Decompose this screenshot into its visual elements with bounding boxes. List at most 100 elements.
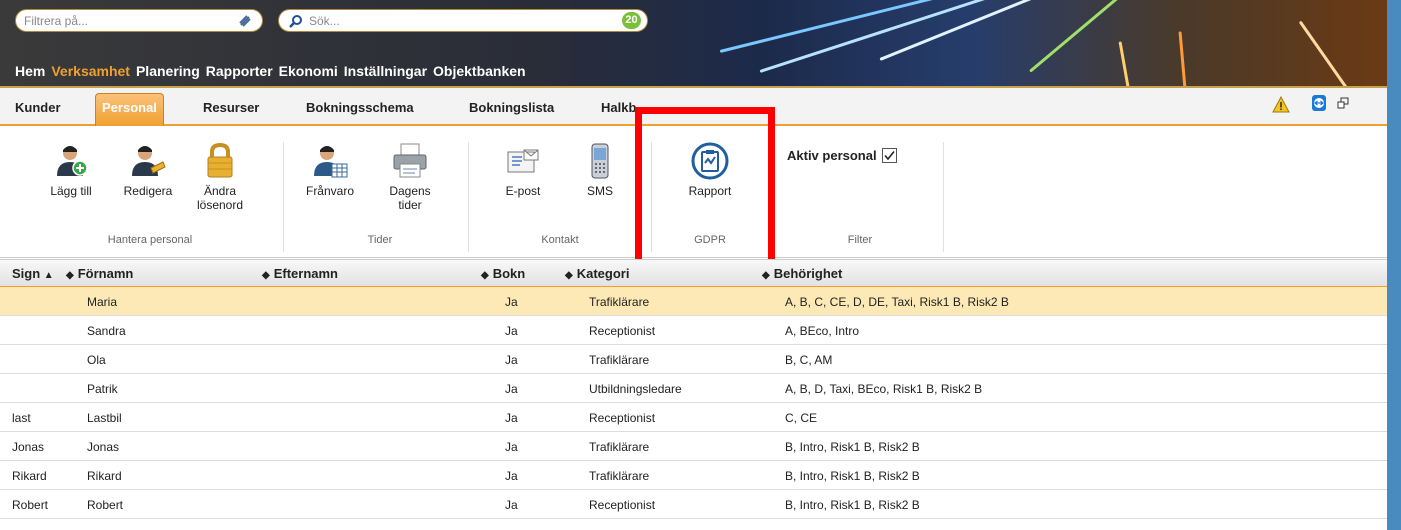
cell-first: Robert bbox=[87, 498, 124, 512]
cell-category: Trafiklärare bbox=[589, 353, 650, 367]
cell-rights: C, CE bbox=[785, 411, 818, 425]
cell-category: Receptionist bbox=[589, 498, 656, 512]
main-nav: Hem Verksamhet Planering Rapporter Ekono… bbox=[15, 63, 526, 79]
cell-bookable: Ja bbox=[505, 324, 518, 338]
table-row[interactable]: last Lastbil Ja Receptionist C, CE bbox=[0, 403, 1387, 432]
cell-bookable: Ja bbox=[505, 353, 518, 367]
filter-placeholder: Filtrera på... bbox=[24, 13, 89, 28]
sort-icon: ◆ bbox=[481, 270, 489, 281]
cell-category: Trafiklärare bbox=[589, 295, 650, 309]
checkmark-icon bbox=[883, 151, 895, 161]
header-decoration bbox=[1298, 20, 1365, 88]
padlock-icon bbox=[207, 142, 233, 178]
col-header-first-name[interactable]: ◆ Förnamn bbox=[66, 266, 133, 281]
change-password-label-1: Ändra bbox=[203, 184, 237, 198]
tab-kunder[interactable]: Kunder bbox=[15, 100, 61, 115]
email-icon bbox=[507, 149, 539, 173]
sms-button[interactable]: SMS bbox=[578, 142, 622, 198]
table-header: Sign ▲︎ ◆ Förnamn ◆ Efternamn ◆ Bokn ◆ Kateg… bbox=[0, 259, 1387, 287]
warning-icon[interactable] bbox=[1272, 96, 1290, 113]
tab-personal[interactable]: Personal bbox=[95, 93, 164, 126]
nav-item-rapporter[interactable]: Rapporter bbox=[206, 63, 273, 79]
cell-first: Ola bbox=[87, 353, 106, 367]
col-header-rights[interactable]: ◆ Behörighet bbox=[762, 266, 842, 281]
filter-input[interactable]: Filtrera på... bbox=[15, 9, 263, 32]
sort-icon: ◆ bbox=[762, 270, 770, 281]
group-label-tider: Tider bbox=[367, 234, 393, 246]
col-header-bookable[interactable]: ◆ Bokn bbox=[481, 266, 525, 281]
nav-item-hem[interactable]: Hem bbox=[15, 63, 45, 79]
cell-bookable: Ja bbox=[505, 411, 518, 425]
cell-bookable: Ja bbox=[505, 469, 518, 483]
table-row[interactable]: Robert Robert Ja Receptionist B, Intro, Risk… bbox=[0, 490, 1387, 519]
col-header-last-name[interactable]: ◆ Efternamn bbox=[262, 266, 338, 281]
cell-first: Sandra bbox=[87, 324, 126, 338]
nav-item-installningar[interactable]: Inställningar bbox=[344, 63, 427, 79]
table-row[interactable]: Maria Ja Trafiklärare A, B, C, CE, D, DE, T… bbox=[0, 287, 1387, 316]
change-password-button[interactable]: Ändra lösenord bbox=[193, 142, 247, 212]
active-staff-label: Aktiv personal bbox=[787, 148, 877, 163]
edit-person-button[interactable]: Redigera bbox=[117, 142, 179, 198]
group-label-filter: Filter bbox=[847, 234, 873, 246]
search-icon bbox=[289, 14, 302, 28]
tab-resurser[interactable]: Resurser bbox=[203, 100, 259, 115]
group-label-hantera-personal: Hantera personal bbox=[107, 234, 193, 246]
result-count-badge: 20 bbox=[622, 12, 641, 29]
email-button[interactable]: E-post bbox=[496, 142, 550, 198]
absence-button[interactable]: Frånvaro bbox=[300, 142, 360, 198]
cell-first: Maria bbox=[87, 295, 118, 309]
nav-item-verksamhet[interactable]: Verksamhet bbox=[51, 63, 130, 79]
col-header-category[interactable]: ◆ Kategori bbox=[565, 266, 629, 281]
table-row[interactable]: Sandra Ja Receptionist A, BEco, Intro bbox=[0, 316, 1387, 345]
printer-icon bbox=[393, 143, 427, 178]
cell-category: Trafiklärare bbox=[589, 469, 650, 483]
cell-bookable: Ja bbox=[505, 440, 518, 454]
cell-rights: A, BEco, Intro bbox=[785, 324, 860, 338]
todays-times-label-1: Dagens bbox=[389, 184, 431, 198]
active-staff-filter[interactable]: Aktiv personal bbox=[787, 148, 897, 163]
cell-category: Receptionist bbox=[589, 411, 656, 425]
nav-item-ekonomi[interactable]: Ekonomi bbox=[279, 63, 338, 79]
header-decoration bbox=[879, 0, 1066, 61]
col-header-sign[interactable]: Sign ▲︎ bbox=[12, 266, 58, 281]
table-row[interactable]: Jonas Jonas Ja Trafiklärare B, Intro, Risk1 … bbox=[0, 432, 1387, 461]
nav-item-planering[interactable]: Planering bbox=[136, 63, 200, 79]
todays-times-button[interactable]: Dagens tider bbox=[382, 142, 438, 212]
edit-person-icon bbox=[132, 146, 166, 176]
mobile-phone-icon bbox=[591, 143, 609, 179]
popout-window-icon[interactable] bbox=[1337, 97, 1349, 109]
header-decoration bbox=[719, 0, 1041, 53]
nav-item-objektbanken[interactable]: Objektbanken bbox=[433, 63, 526, 79]
cell-first: Jonas bbox=[87, 440, 120, 454]
active-staff-checkbox[interactable] bbox=[881, 148, 897, 163]
cell-rights: A, B, D, Taxi, BEco, Risk1 B, Risk2 B bbox=[785, 382, 983, 396]
app-header: Filtrera på... Sök... 20 Hem Verksamhet … bbox=[0, 0, 1387, 88]
table-row[interactable]: Rikard Rikard Ja Trafiklärare B, Intro, Risk… bbox=[0, 461, 1387, 490]
window-edge bbox=[1387, 0, 1401, 530]
group-separator bbox=[943, 142, 944, 252]
cell-first: Lastbil bbox=[87, 411, 122, 425]
tab-bokningsschema[interactable]: Bokningsschema bbox=[306, 100, 414, 115]
tab-halkbana[interactable]: Halkb bbox=[601, 100, 636, 115]
cell-category: Trafiklärare bbox=[589, 440, 650, 454]
personnel-table: Maria Ja Trafiklärare A, B, C, CE, D, DE, T… bbox=[0, 287, 1387, 519]
table-row[interactable]: Ola Ja Trafiklärare B, C, AM bbox=[0, 345, 1387, 374]
change-password-label-2: lösenord bbox=[196, 198, 244, 212]
search-input[interactable]: Sök... 20 bbox=[278, 9, 648, 32]
add-person-icon bbox=[57, 146, 88, 176]
add-person-label: Lägg till bbox=[50, 184, 92, 198]
edit-person-label: Redigera bbox=[123, 184, 173, 198]
sort-icon: ◆ bbox=[565, 270, 573, 281]
add-person-button[interactable]: Lägg till bbox=[42, 142, 100, 198]
group-label-kontakt: Kontakt bbox=[541, 234, 579, 246]
cell-category: Receptionist bbox=[589, 324, 656, 338]
table-row[interactable]: Patrik Ja Utbildningsledare A, B, D, Taxi, … bbox=[0, 374, 1387, 403]
teamviewer-icon[interactable] bbox=[1311, 94, 1327, 112]
filter-options-icon[interactable] bbox=[238, 14, 252, 28]
cell-bookable: Ja bbox=[505, 382, 518, 396]
header-decoration bbox=[1118, 41, 1138, 88]
cell-sign: last bbox=[12, 411, 31, 425]
sms-label: SMS bbox=[586, 184, 613, 198]
tab-bokningslista[interactable]: Bokningslista bbox=[469, 100, 554, 115]
sort-icon: ▲︎ bbox=[43, 270, 54, 281]
